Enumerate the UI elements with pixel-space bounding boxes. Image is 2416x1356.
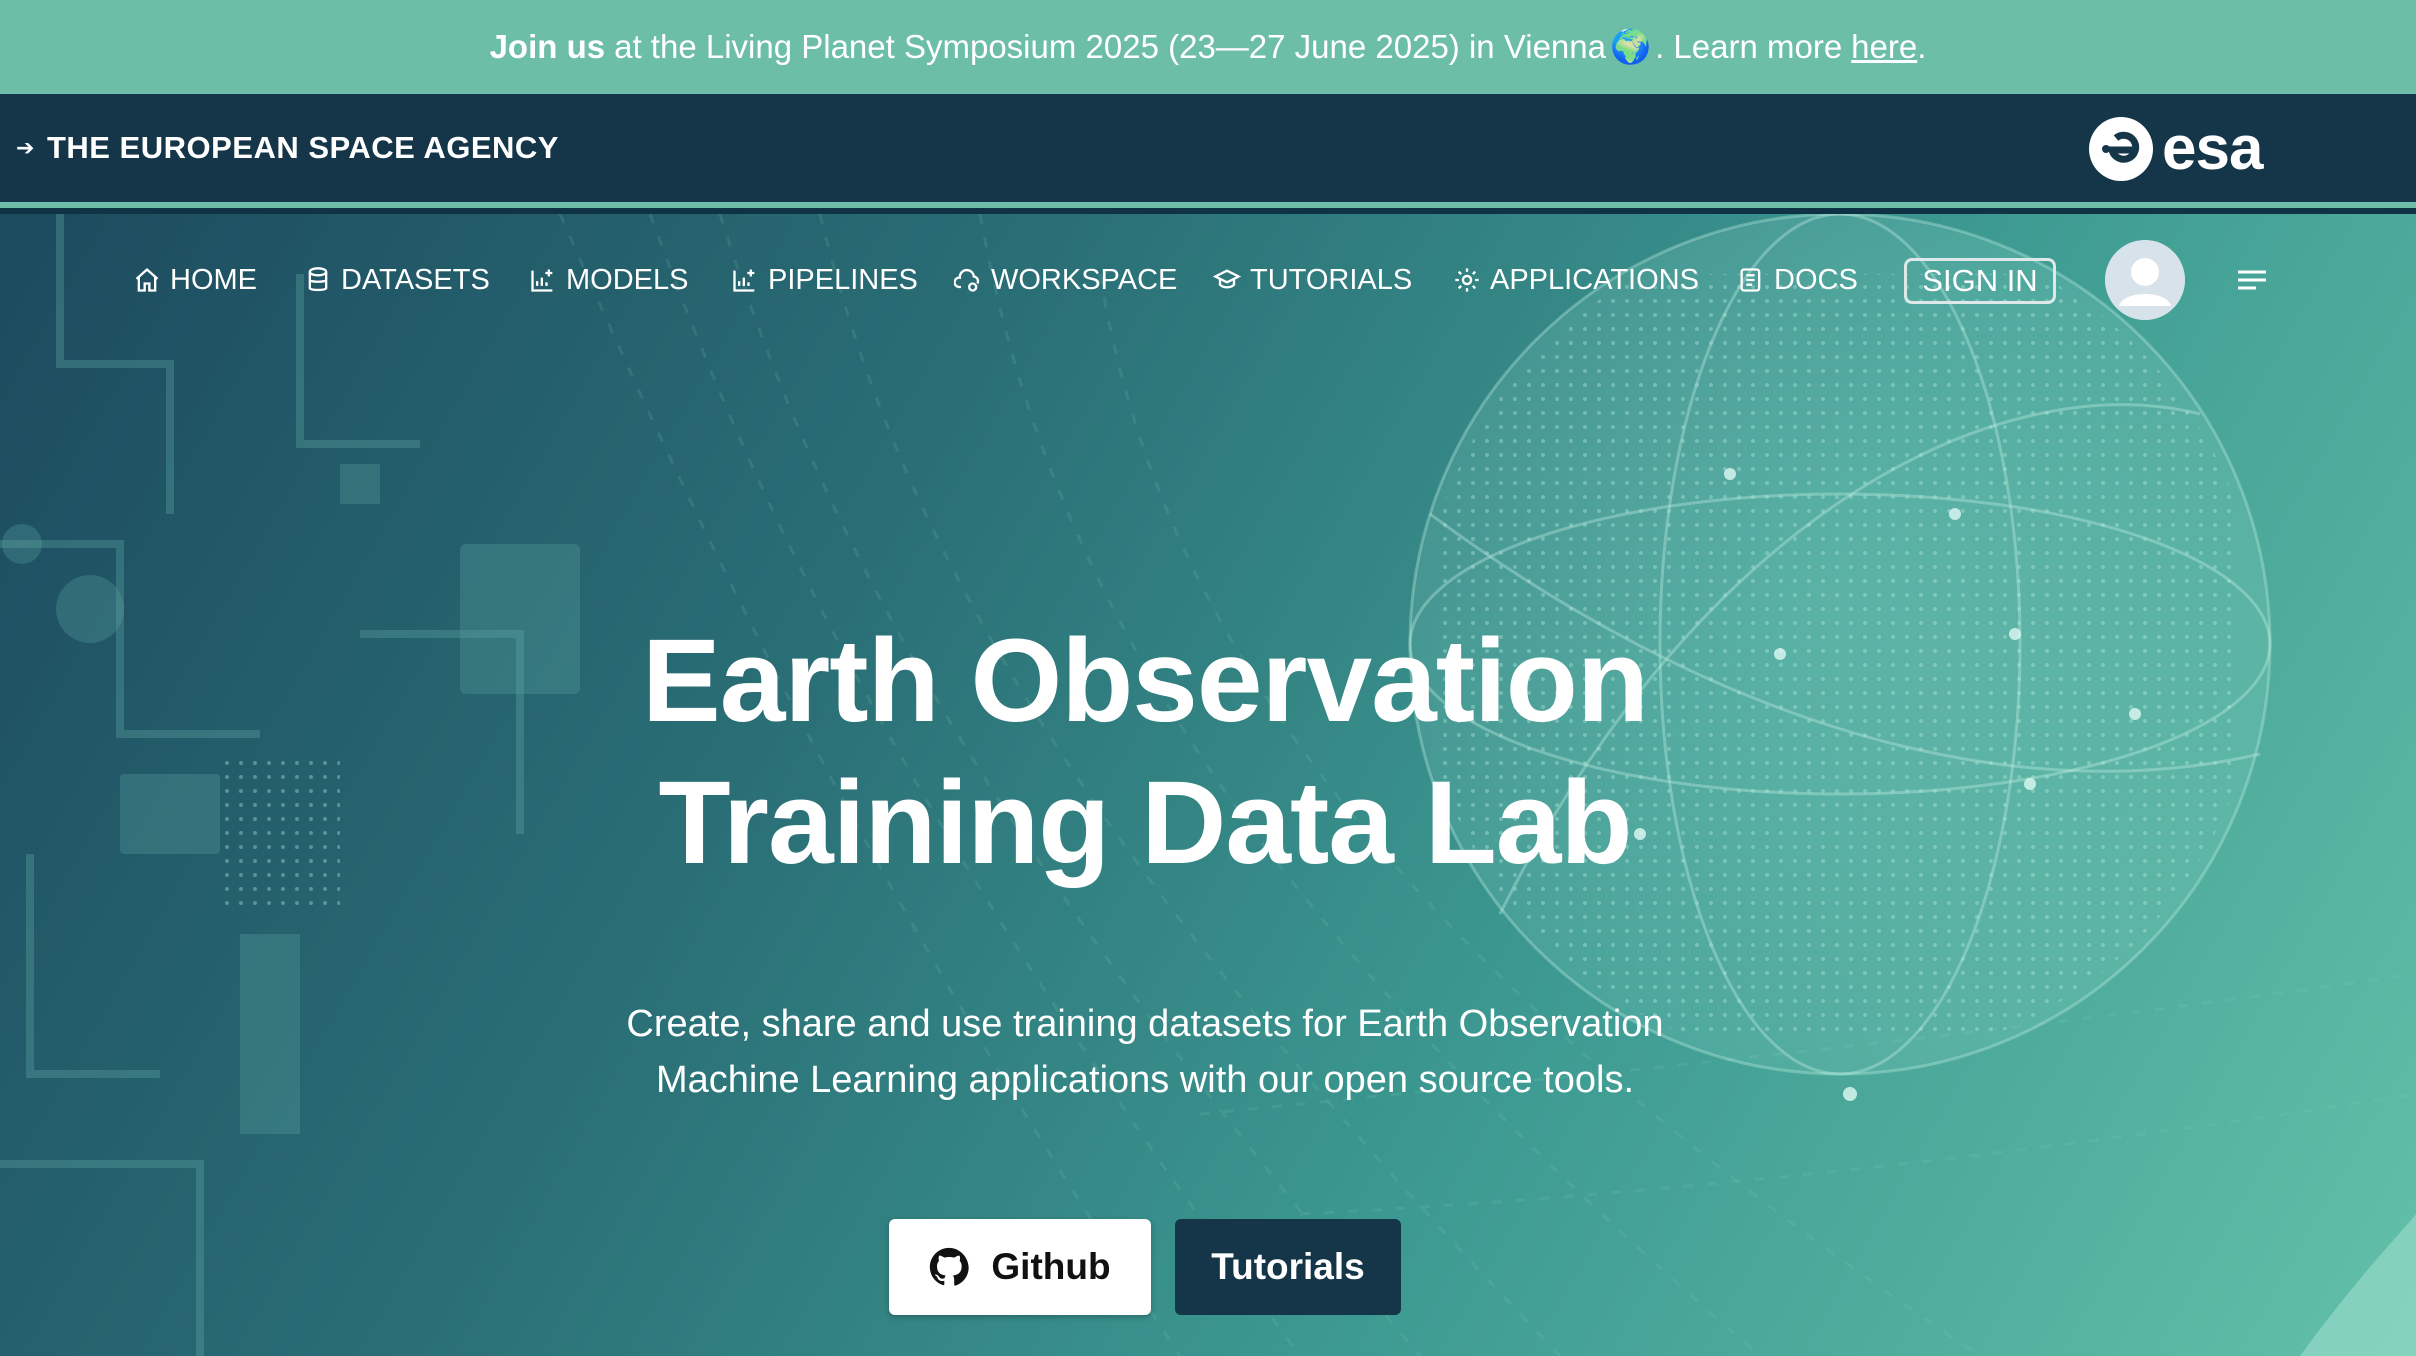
hero-title: Earth Observation Training Data Lab [0,610,2290,894]
menu-icon[interactable] [2236,266,2268,294]
banner-learn-more: . Learn more [1655,28,1843,65]
nav-applications[interactable]: APPLICATIONS [1453,260,1699,300]
hero-section: HOME DATASETS MODELS PIPELINES WORKSPACE… [0,214,2416,1356]
hero-subtitle: Create, share and use training datasets … [500,996,1790,1108]
nav-applications-label: APPLICATIONS [1490,263,1699,296]
banner-text: at the Living Planet Symposium 2025 (23—… [614,28,1606,65]
hero-subtitle-line2: Machine Learning applications with our o… [655,1059,1635,1101]
nav-workspace[interactable]: WORKSPACE [954,260,1177,300]
sign-in-button[interactable]: SIGN IN [1904,258,2056,304]
tutorials-button[interactable]: Tutorials [1175,1219,1401,1315]
esa-logo[interactable]: esa [2088,114,2263,183]
banner-here-link[interactable]: here [1851,28,1917,66]
github-icon [930,1247,970,1286]
nav-tutorials[interactable]: TUTORIALS [1213,260,1412,300]
nav-tutorials-label: TUTORIALS [1250,263,1413,296]
hero-title-line2: Training Data Lab [658,757,1632,889]
nav-docs-label: DOCS [1774,263,1858,296]
nav-pipelines-label: PIPELINES [768,263,918,296]
github-button-label: Github [991,1246,1111,1287]
globe-icon: 🌍 [1609,27,1652,65]
gear-icon [1455,268,1479,292]
database-icon [308,267,328,292]
banner-strong-text: Join us [489,28,606,65]
user-icon [2105,240,2185,320]
agency-link[interactable]: ➔ THE EUROPEAN SPACE AGENCY [16,130,559,166]
cloud-gear-icon [954,268,980,292]
arrow-right-icon: ➔ [16,135,35,160]
nav-models-label: MODELS [566,263,689,296]
main-nav: HOME DATASETS MODELS PIPELINES WORKSPACE… [0,214,2416,344]
esa-logo-mark-icon [2089,117,2153,181]
nav-home-label: HOME [170,263,257,296]
nav-datasets[interactable]: DATASETS [304,260,490,300]
announcement-banner: Join us at the Living Planet Symposium 2… [0,0,2416,94]
agency-label: THE EUROPEAN SPACE AGENCY [46,130,559,165]
avatar[interactable] [2105,240,2185,320]
home-icon [135,267,159,292]
nav-workspace-label: WORKSPACE [991,263,1178,296]
esa-logo-text: esa [2162,114,2263,183]
chart-add-icon [531,269,553,292]
nav-home[interactable]: HOME [133,260,257,300]
nav-pipelines[interactable]: PIPELINES [731,260,918,300]
github-button[interactable]: Github [889,1219,1151,1315]
banner-period: . [1917,28,1927,65]
nav-datasets-label: DATASETS [341,263,490,296]
esa-header: ➔ THE EUROPEAN SPACE AGENCY esa [0,94,2416,208]
chart-add-icon [733,269,755,292]
document-icon [1740,268,1761,292]
nav-docs[interactable]: DOCS [1737,260,1858,300]
graduation-cap-icon [1213,269,1241,289]
nav-models[interactable]: MODELS [529,260,688,300]
hero-subtitle-line1: Create, share and use training datasets … [626,1003,1664,1045]
hero-title-line1: Earth Observation [642,615,1649,747]
